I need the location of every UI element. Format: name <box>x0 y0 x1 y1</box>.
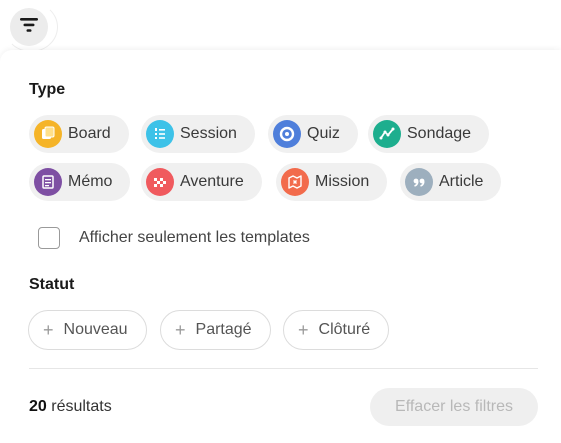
article-icon <box>405 168 433 196</box>
filter-icon <box>20 17 38 37</box>
filter-panel: Type Board Session Quiz Sondage Mémo Ave… <box>0 50 561 443</box>
type-chip-aventure[interactable]: Aventure <box>141 163 262 201</box>
session-icon <box>146 120 174 148</box>
status-chip-label: Clôturé <box>318 321 371 338</box>
type-chip-board[interactable]: Board <box>29 115 129 153</box>
type-chip-label: Quiz <box>307 125 340 142</box>
type-chip-memo[interactable]: Mémo <box>29 163 131 201</box>
status-section-title: Statut <box>29 276 75 293</box>
type-chip-label: Session <box>180 125 237 142</box>
type-chip-session[interactable]: Session <box>141 115 255 153</box>
templates-checkbox-label[interactable]: Afficher seulement les templates <box>79 229 310 247</box>
status-chip-label: Nouveau <box>63 321 128 338</box>
aventure-icon <box>146 168 174 196</box>
sondage-icon <box>373 120 401 148</box>
type-chip-label: Board <box>68 125 111 142</box>
board-icon <box>34 120 62 148</box>
status-chip-label: Partagé <box>195 321 252 338</box>
results-label: résultats <box>51 398 112 415</box>
clear-filters-button[interactable]: Effacer les filtres <box>370 388 538 426</box>
type-section-title: Type <box>29 81 66 98</box>
type-chip-label: Article <box>439 173 484 190</box>
templates-checkbox[interactable] <box>38 227 60 249</box>
mission-icon <box>281 168 309 196</box>
type-chip-label: Mission <box>315 173 370 190</box>
divider <box>29 368 538 369</box>
type-chip-label: Sondage <box>407 125 472 142</box>
type-chip-label: Mémo <box>68 173 113 190</box>
type-chip-article[interactable]: Article <box>400 163 502 201</box>
type-chip-sondage[interactable]: Sondage <box>368 115 490 153</box>
status-chip-cloture[interactable]: + Clôturé <box>283 310 390 350</box>
memo-icon <box>34 168 62 196</box>
filter-toggle-button[interactable] <box>10 8 48 46</box>
quiz-icon <box>273 120 301 148</box>
type-chip-quiz[interactable]: Quiz <box>268 115 358 153</box>
type-chip-label: Aventure <box>180 173 244 190</box>
results-count: 20 résultats <box>29 398 112 416</box>
status-chip-nouveau[interactable]: + Nouveau <box>28 310 147 350</box>
plus-icon: + <box>298 320 309 340</box>
status-chip-partage[interactable]: + Partagé <box>160 310 271 350</box>
results-number: 20 <box>29 398 47 415</box>
templates-checkbox-row[interactable]: Afficher seulement les templates <box>38 227 310 249</box>
type-chip-mission[interactable]: Mission <box>276 163 388 201</box>
plus-icon: + <box>43 320 54 340</box>
plus-icon: + <box>175 320 186 340</box>
